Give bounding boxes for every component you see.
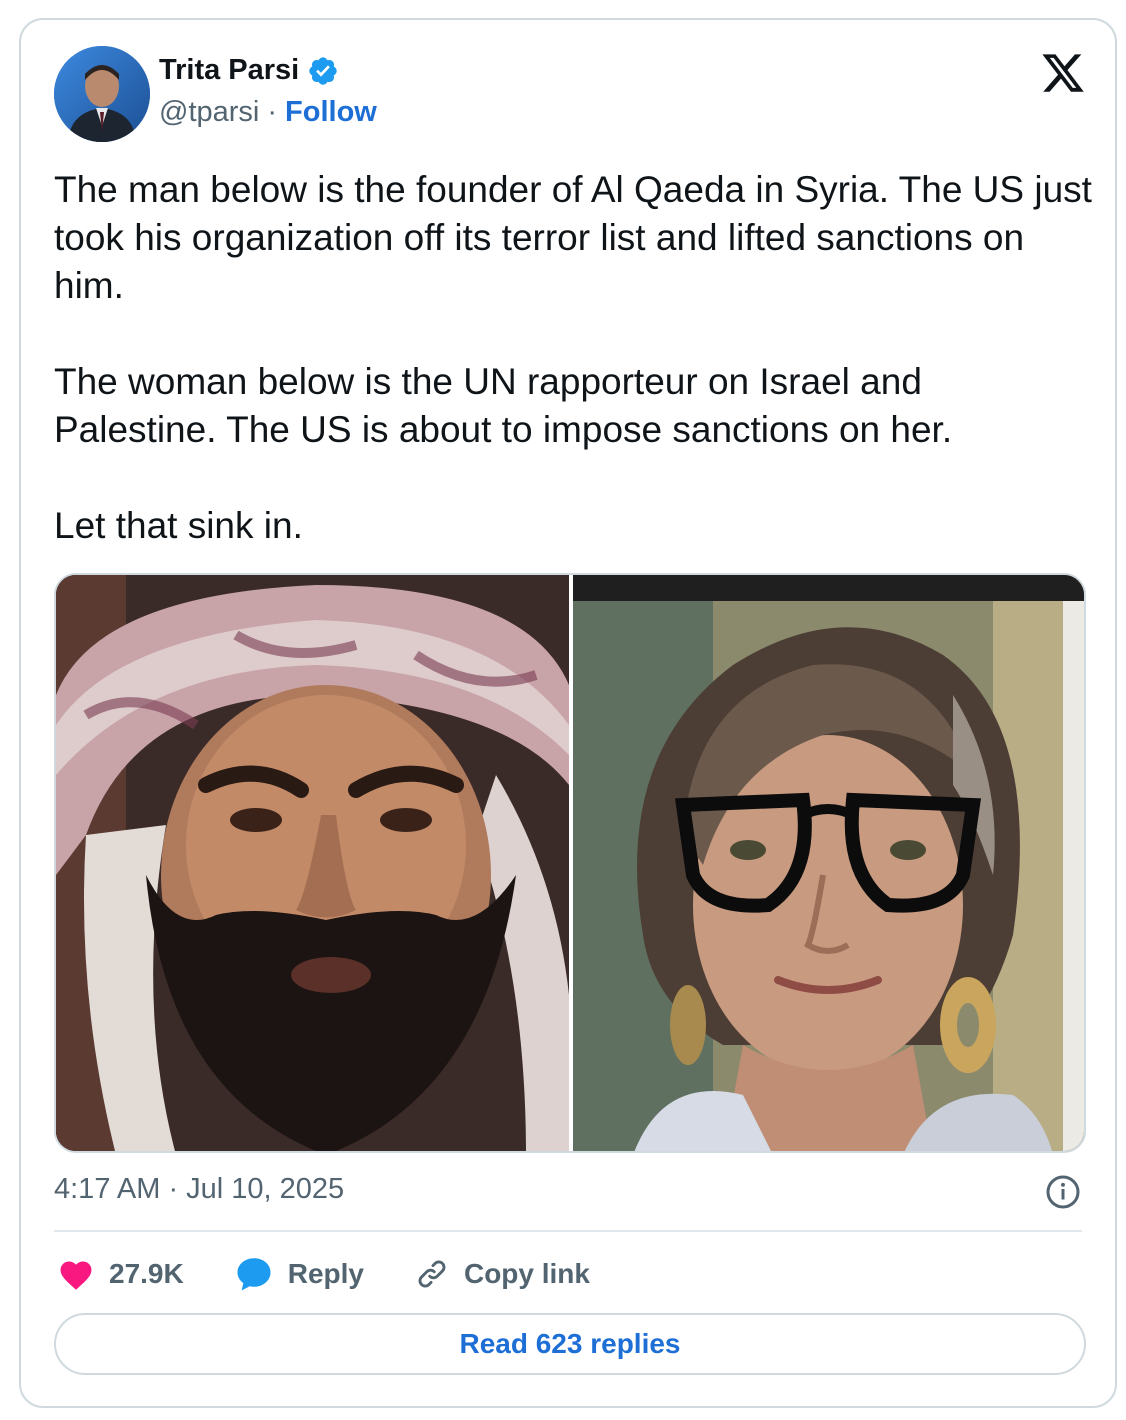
footer-divider: [54, 1230, 1082, 1232]
follow-button[interactable]: Follow: [285, 96, 377, 129]
read-replies-button[interactable]: Read 623 replies: [54, 1313, 1086, 1375]
like-button[interactable]: 27.9K: [57, 1257, 184, 1291]
tweet-paragraph: The woman below is the UN rapporteur on …: [54, 361, 953, 450]
tweet-card: Trita Parsi @tparsi · Follow The man bel…: [19, 18, 1117, 1408]
like-count: 27.9K: [109, 1258, 184, 1289]
tweet-timestamp[interactable]: 4:17 AM · Jul 10, 2025: [54, 1173, 344, 1206]
reply-button[interactable]: Reply: [234, 1255, 364, 1293]
heart-icon: [60, 1261, 92, 1290]
tweet-paragraph: The man below is the founder of Al Qaeda…: [54, 169, 1092, 306]
tweet-media[interactable]: [54, 573, 1086, 1153]
link-icon: [418, 1260, 446, 1288]
copy-link-label: Copy link: [463, 1258, 590, 1289]
handle-separator: ·: [267, 96, 278, 128]
x-logo-icon[interactable]: [1039, 50, 1087, 96]
verified-badge-icon: [309, 56, 337, 85]
tweet-text: The man below is the founder of Al Qaeda…: [54, 166, 1094, 550]
author-name[interactable]: Trita Parsi: [159, 54, 299, 87]
reply-label: Reply: [287, 1258, 364, 1289]
info-icon[interactable]: [1045, 1174, 1081, 1210]
tweet-paragraph: Let that sink in.: [54, 505, 303, 546]
photo-man[interactable]: [56, 575, 569, 1151]
reply-bubble-icon: [237, 1258, 271, 1291]
copy-link-button[interactable]: Copy link: [414, 1256, 590, 1292]
avatar[interactable]: [54, 46, 150, 142]
action-bar: 27.9K Reply Copy link: [57, 1252, 640, 1296]
author-handle[interactable]: @tparsi: [159, 96, 259, 129]
photo-woman[interactable]: [573, 575, 1084, 1151]
